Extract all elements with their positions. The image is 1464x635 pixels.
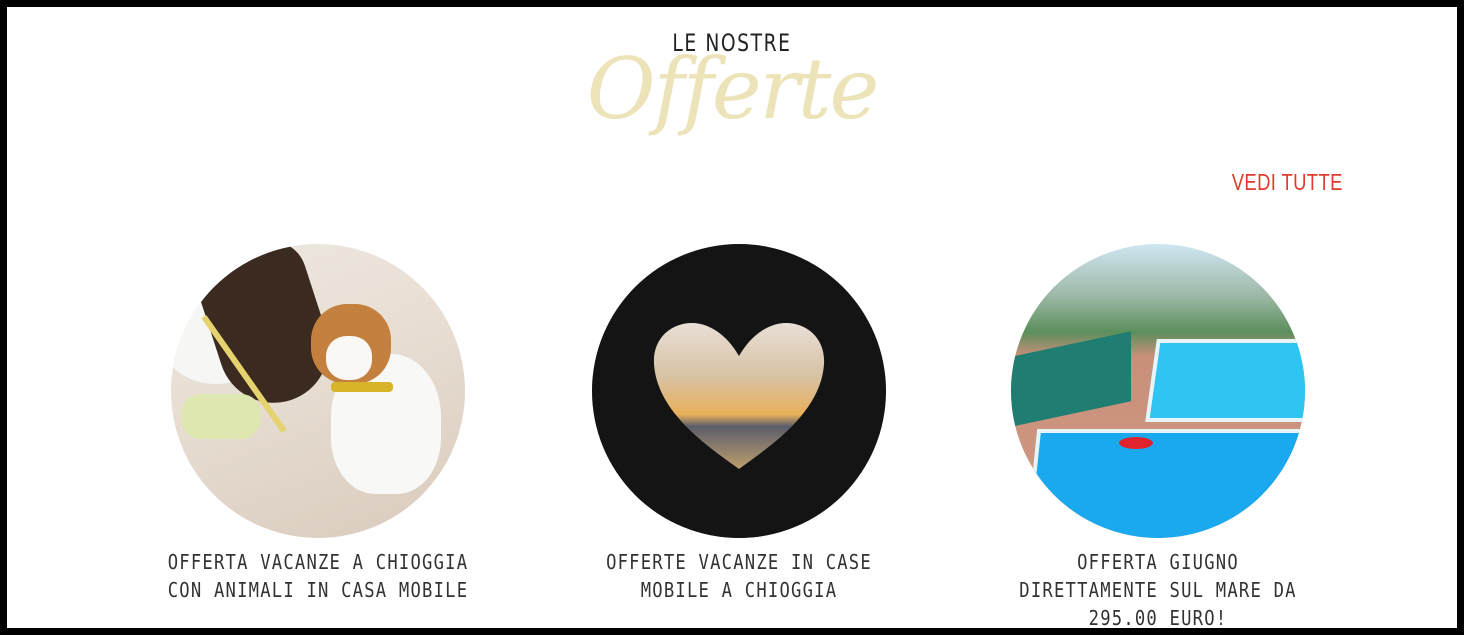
offer-image-dog[interactable] bbox=[171, 244, 465, 538]
see-all-link[interactable]: VEDI TUTTE bbox=[1232, 169, 1343, 196]
image-detail bbox=[1024, 429, 1305, 538]
offer-card-mobile-homes[interactable]: OFFERTE VACANZE IN CASE MOBILE A CHIOGGI… bbox=[559, 244, 919, 604]
offers-section: LE NOSTRE Offerte VEDI TUTTE OFFERTA VAC… bbox=[7, 7, 1457, 628]
image-detail bbox=[326, 336, 372, 380]
section-title: Offerte bbox=[586, 40, 879, 138]
image-detail bbox=[331, 382, 393, 392]
offer-caption[interactable]: OFFERTA VACANZE A CHIOGGIA CON ANIMALI I… bbox=[163, 548, 473, 604]
offer-card-pets[interactable]: OFFERTA VACANZE A CHIOGGIA CON ANIMALI I… bbox=[138, 244, 498, 604]
image-detail bbox=[1011, 331, 1131, 427]
offer-caption[interactable]: OFFERTA GIUGNO DIRETTAMENTE SUL MARE DA … bbox=[1003, 548, 1313, 628]
offer-caption[interactable]: OFFERTE VACANZE IN CASE MOBILE A CHIOGGI… bbox=[584, 548, 894, 604]
offer-image-pool[interactable] bbox=[1011, 244, 1305, 538]
offer-image-heart[interactable] bbox=[592, 244, 886, 538]
image-detail bbox=[181, 394, 261, 439]
image-detail bbox=[1145, 339, 1305, 422]
image-detail bbox=[1119, 437, 1153, 449]
heart-hands-graphic bbox=[592, 244, 886, 538]
offer-card-june[interactable]: OFFERTA GIUGNO DIRETTAMENTE SUL MARE DA … bbox=[978, 244, 1338, 628]
